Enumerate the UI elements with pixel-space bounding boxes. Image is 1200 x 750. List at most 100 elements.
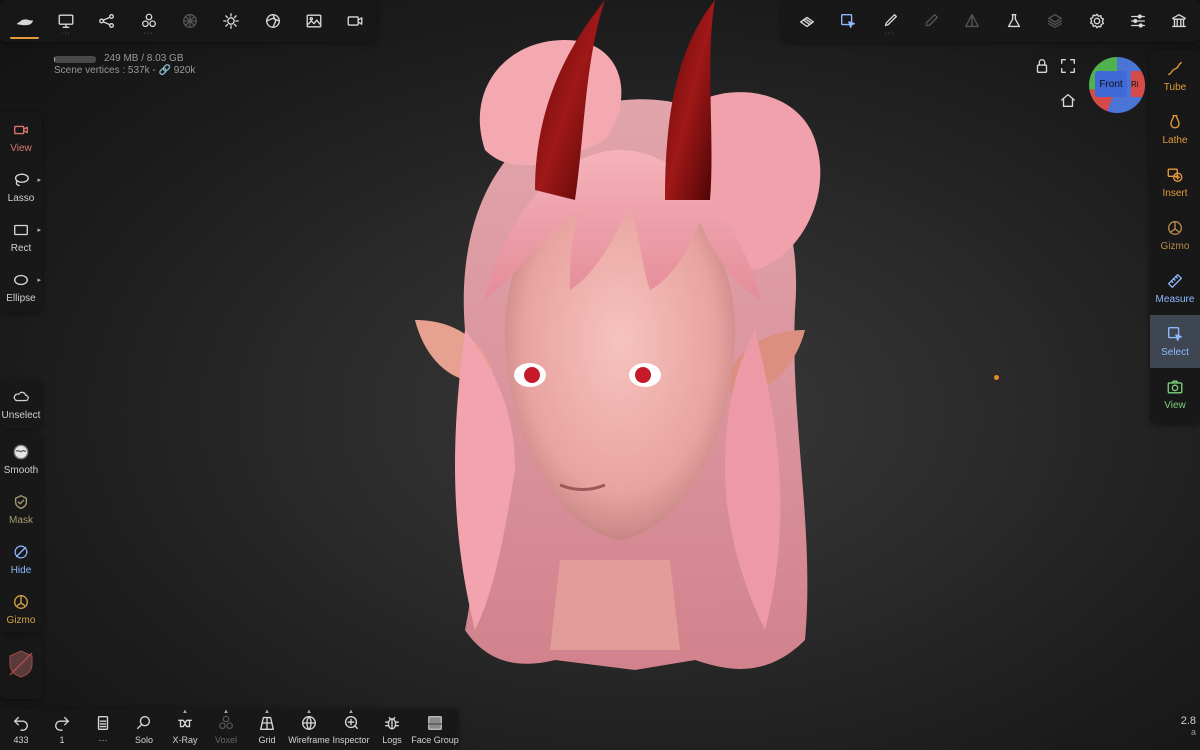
symmetry-button[interactable] (952, 0, 993, 42)
lighting-button[interactable] (211, 0, 252, 42)
display-button[interactable]: ··· (45, 0, 86, 42)
frame-rate-suffix: a (1190, 727, 1196, 737)
rect-icon (14, 224, 28, 235)
rect-arrow: ▸ (37, 227, 41, 234)
material-icon (265, 14, 280, 28)
redo-count: 1 (59, 735, 65, 745)
view-cube-right-face[interactable]: Ri (1131, 71, 1145, 97)
face-group-button[interactable]: Face Group (411, 709, 459, 750)
redo-button[interactable]: 1 (42, 709, 82, 750)
view-cube[interactable]: Front Ri (1089, 57, 1145, 113)
camera-icon (347, 16, 363, 26)
insert-tool[interactable]: Insert (1150, 156, 1200, 209)
undo-button[interactable]: 433 (0, 709, 42, 750)
topology-button[interactable] (169, 0, 210, 42)
home-icon (1061, 93, 1075, 107)
hide-tool-label: Hide (10, 564, 32, 576)
lathe-tool[interactable]: Lathe (1150, 103, 1200, 156)
video-camera-icon (14, 125, 28, 134)
measure-tool-label: Measure (1155, 294, 1195, 305)
inspector-button[interactable]: ▲ Inspector (330, 709, 372, 750)
topology-icon (182, 14, 197, 28)
rect-tool-label: Rect (10, 242, 32, 254)
lathe-tool-label: Lathe (1162, 135, 1188, 146)
settings-button[interactable] (1076, 0, 1117, 42)
ellipse-tool[interactable]: ▸ Ellipse (0, 262, 42, 312)
lasso-tool[interactable]: ▸ Lasso (0, 162, 42, 212)
grid-label: Grid (258, 735, 276, 745)
inspector-caret: ▲ (348, 709, 354, 715)
pen-button[interactable] (910, 0, 951, 42)
background-image-button[interactable] (293, 0, 334, 42)
view-tool-label: View (10, 142, 32, 154)
xray-button[interactable]: ▲ X-Ray (164, 709, 206, 750)
cloud-icon (13, 391, 29, 401)
pen-icon (925, 14, 938, 27)
insert-tool-label: Insert (1162, 188, 1188, 199)
scene-graph-button[interactable] (87, 0, 128, 42)
brush-icon (884, 14, 897, 27)
lock-icon (1036, 59, 1048, 73)
material-button[interactable] (252, 0, 293, 42)
brush-dots: ··· (884, 30, 895, 37)
undo-icon (14, 716, 28, 731)
camera-button[interactable] (335, 0, 376, 42)
grid-icon (260, 716, 274, 730)
background-image-icon (306, 14, 322, 28)
document-button[interactable]: ··· (82, 709, 124, 750)
fullscreen-icon (1061, 59, 1075, 73)
fullscreen-button[interactable] (1059, 57, 1077, 75)
hide-tool[interactable]: Hide (0, 534, 42, 584)
material-swatch[interactable] (6, 649, 36, 679)
lathe-icon (1170, 115, 1180, 129)
layers-button[interactable] (1034, 0, 1075, 42)
redo-icon (55, 716, 69, 731)
rect-tool[interactable]: ▸ Rect (0, 212, 42, 262)
logs-button[interactable]: Logs (372, 709, 412, 750)
mask-tool[interactable]: Mask (0, 484, 42, 534)
grid-button[interactable]: ▲ Grid (246, 709, 288, 750)
flask-button[interactable] (993, 0, 1034, 42)
wireframe-button[interactable]: ▲ Wireframe (288, 709, 330, 750)
gizmo-tool[interactable]: Gizmo (0, 584, 42, 634)
right-tool-panel: Tube Lathe Insert Gizmo Measure Select V… (1150, 50, 1200, 424)
lasso-icon (14, 172, 29, 186)
view-tool[interactable]: View (0, 112, 42, 162)
tube-tool[interactable]: Tube (1150, 50, 1200, 103)
sliders-icon (1130, 14, 1145, 28)
unselect-button[interactable]: Unselect (0, 380, 42, 428)
smooth-icon (13, 444, 29, 459)
light-handle[interactable] (994, 375, 999, 380)
home-button[interactable] (1059, 91, 1077, 109)
face-group-icon (428, 716, 442, 730)
memory-bar-fill (54, 55, 56, 63)
document-icon (97, 716, 109, 730)
voxel-button[interactable]: ▲ Voxel (206, 709, 246, 750)
lock-button[interactable] (1033, 57, 1051, 75)
select-tool[interactable]: Select (1150, 315, 1200, 368)
gizmo-right-tool[interactable]: Gizmo (1150, 209, 1200, 262)
wireframe-label: Wireframe (288, 735, 330, 745)
sliders-button[interactable] (1117, 0, 1158, 42)
museum-button[interactable] (1159, 0, 1200, 42)
measure-tool[interactable]: Measure (1150, 262, 1200, 315)
scene-stats: 249 MB / 8.03 GB Scene vertices : 537k -… (54, 53, 195, 77)
ellipse-tool-label: Ellipse (6, 292, 36, 304)
viewport-model[interactable] (395, 0, 845, 700)
view-cube-front-face[interactable]: Front (1095, 71, 1127, 97)
unselect-panel: Unselect (0, 380, 42, 428)
view-camera-tool[interactable]: View (1150, 368, 1200, 421)
display-dots: ··· (60, 30, 71, 37)
ellipse-arrow: ▸ (37, 277, 41, 284)
solo-button[interactable]: Solo (124, 709, 164, 750)
voxel-caret: ▲ (223, 709, 229, 715)
character-head-model (415, 0, 821, 670)
memory-bar (54, 55, 96, 63)
tube-icon (1168, 62, 1182, 76)
xray-icon (178, 719, 192, 728)
nomad-menu-button[interactable] (4, 0, 45, 42)
brush-button[interactable]: ··· (869, 0, 910, 42)
inspector-icon (344, 716, 358, 730)
primitives-button[interactable]: ··· (128, 0, 169, 42)
smooth-tool[interactable]: Smooth (0, 434, 42, 484)
